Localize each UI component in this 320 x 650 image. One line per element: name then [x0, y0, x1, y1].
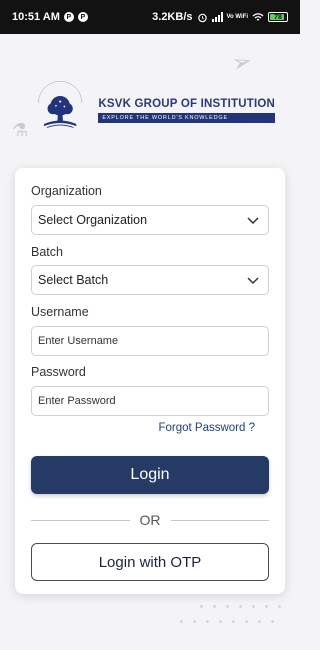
chevron-down-icon	[247, 217, 259, 225]
chevron-down-icon	[247, 277, 259, 285]
batch-select-value: Select Batch	[38, 273, 109, 287]
notification-icon: P	[63, 12, 74, 22]
or-label: OR	[139, 512, 161, 528]
status-bar: 10:51 AM P P 3.2KB/s Vo WiFi 78	[0, 0, 300, 34]
password-input[interactable]: Enter Password	[31, 386, 269, 416]
paper-plane-icon: ➢	[228, 46, 256, 79]
username-placeholder: Enter Username	[38, 335, 119, 347]
username-input[interactable]: Enter Username	[31, 326, 269, 356]
alarm-icon	[197, 13, 207, 22]
divider-line	[31, 519, 130, 521]
status-time: 10:51 AM	[12, 11, 60, 23]
brand-logo: KSVK GROUP OF INSTITUTION EXPLORE THE WO…	[30, 78, 275, 142]
password-label: Password	[31, 365, 86, 379]
dot-pattern-2	[180, 620, 274, 623]
notification-icon-2: P	[77, 12, 88, 22]
or-divider: OR	[31, 512, 269, 528]
wifi-icon	[252, 13, 264, 21]
login-card: Organization Select Organization Batch S…	[15, 168, 285, 594]
organization-select[interactable]: Select Organization	[31, 205, 269, 235]
vowifi-label: Vo WiFi	[226, 14, 249, 20]
dot-pattern	[200, 605, 281, 608]
organization-label: Organization	[31, 184, 102, 198]
password-placeholder: Enter Password	[38, 395, 116, 407]
battery-level: 78	[274, 13, 282, 21]
battery-icon: 78	[268, 12, 288, 22]
tree-emblem-icon	[38, 81, 83, 128]
login-button[interactable]: Login	[31, 456, 269, 494]
organization-select-value: Select Organization	[38, 213, 148, 227]
brand-name: KSVK GROUP OF INSTITUTION	[98, 97, 275, 110]
username-label: Username	[31, 305, 89, 319]
login-with-otp-button[interactable]: Login with OTP	[31, 543, 269, 581]
brand-tagline: EXPLORE THE WORLD'S KNOWLEDGE	[98, 112, 275, 123]
forgot-password-link[interactable]: Forgot Password ?	[158, 422, 255, 434]
batch-label: Batch	[31, 245, 63, 259]
network-speed: 3.2KB/s	[152, 11, 193, 23]
batch-select[interactable]: Select Batch	[31, 265, 269, 295]
signal-icon	[211, 12, 223, 22]
divider-line	[170, 519, 269, 521]
flask-icon: ⚗	[12, 120, 29, 140]
